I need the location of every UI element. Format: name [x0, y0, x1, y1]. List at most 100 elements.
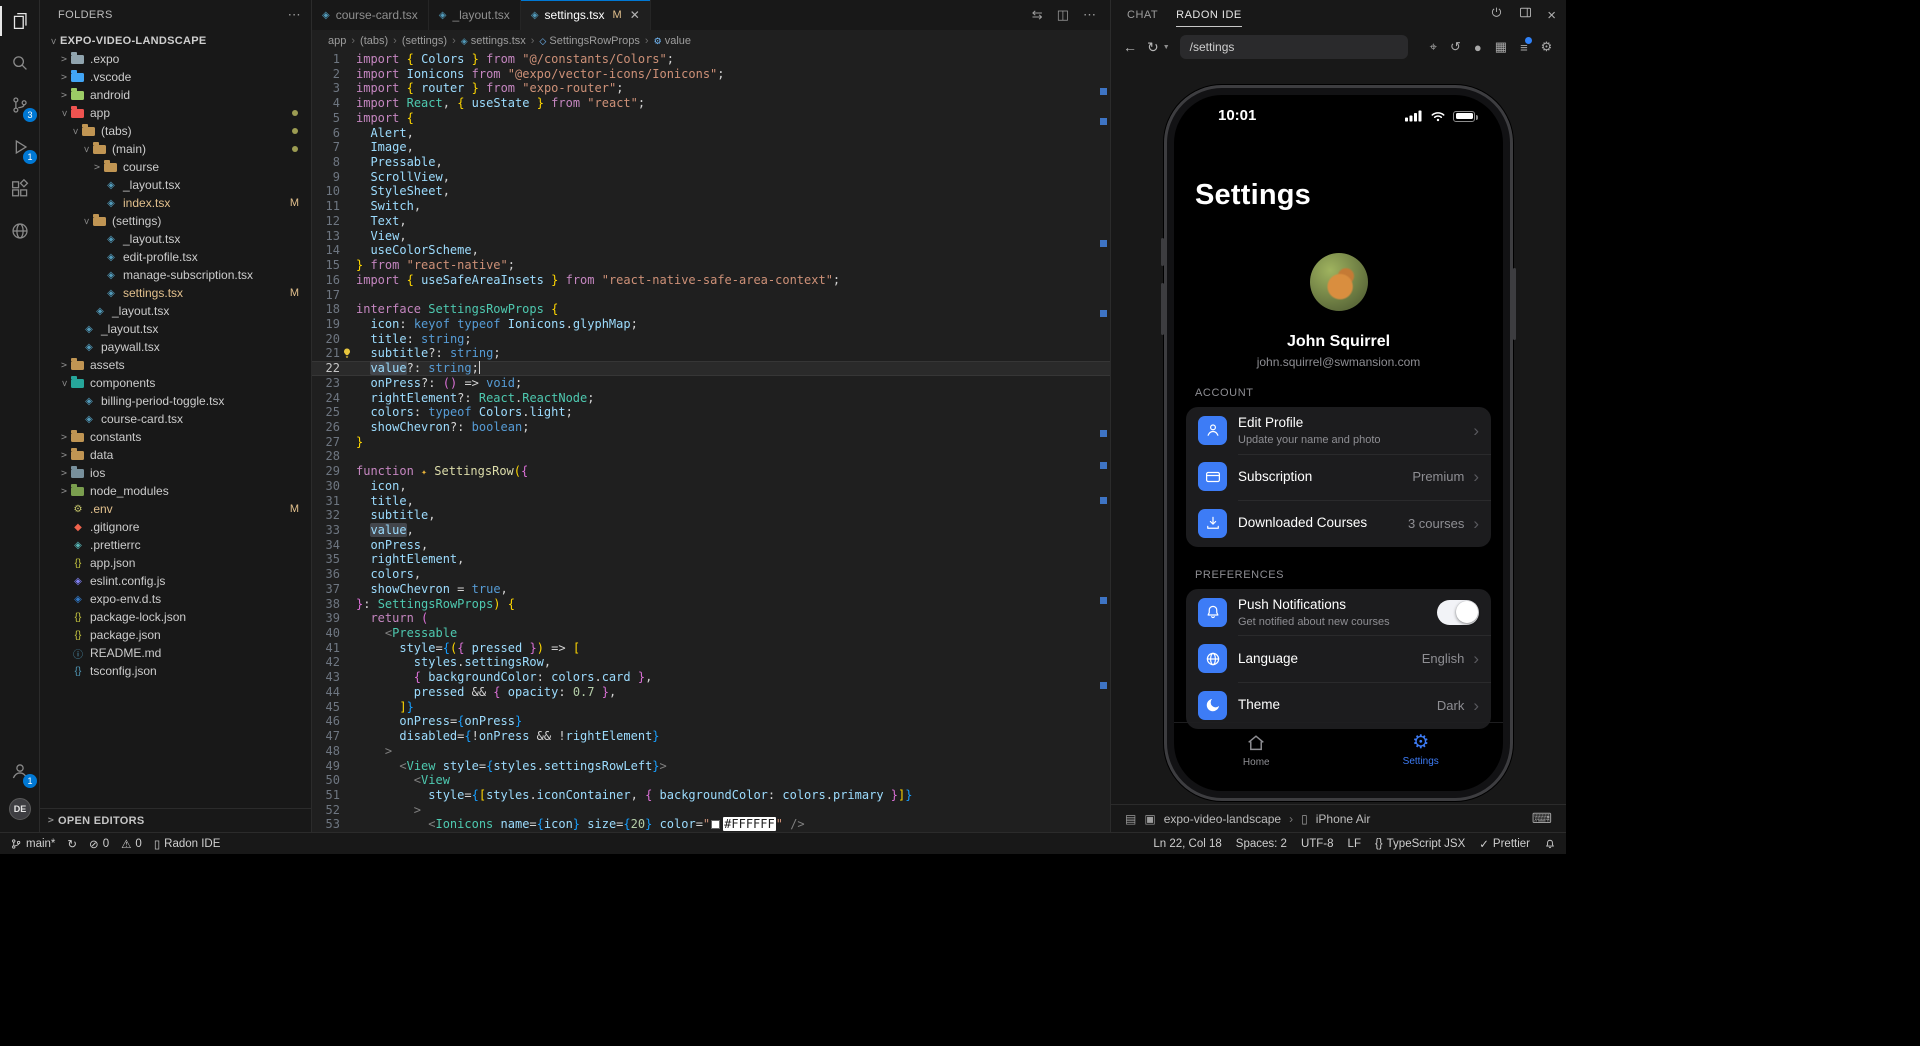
close-icon[interactable]: ×	[1547, 7, 1556, 24]
code-line[interactable]: 42 styles.settingsRow,	[312, 655, 1110, 670]
url-bar[interactable]: /settings	[1180, 35, 1408, 59]
extensions-icon[interactable]	[0, 168, 40, 210]
tree-item[interactable]: >EXPO-VIDEO-LANDSCAPE	[40, 32, 311, 50]
search-icon[interactable]	[0, 42, 40, 84]
editor-tab[interactable]: ◈course-card.tsx	[312, 0, 429, 30]
source-control-icon[interactable]: 3	[0, 84, 40, 126]
code-line[interactable]: 37 showChevron = true,	[312, 582, 1110, 597]
split-editor-icon[interactable]: ◫	[1057, 7, 1069, 23]
keyboard-icon[interactable]: ⌨	[1532, 810, 1552, 827]
status-item[interactable]: Ln 22, Col 18	[1153, 838, 1221, 850]
tree-item[interactable]: ◈_layout.tsx	[40, 302, 311, 320]
editor-tab[interactable]: ◈settings.tsxM✕	[521, 0, 651, 30]
code-line[interactable]: 11 Switch,	[312, 199, 1110, 214]
phone-screen[interactable]: 10:01 Settings John Squirrel john.squirr…	[1174, 95, 1503, 791]
tree-item[interactable]: {}package-lock.json	[40, 608, 311, 626]
code-line[interactable]: 52 >	[312, 803, 1110, 818]
code-line[interactable]: 29function ✦ SettingsRow({	[312, 464, 1110, 479]
code-line[interactable]: 21 subtitle?: string;	[312, 346, 1110, 361]
tree-item[interactable]: >node_modules	[40, 482, 311, 500]
avatar[interactable]	[1310, 253, 1368, 311]
code-line[interactable]: 44 pressed && { opacity: 0.7 },	[312, 685, 1110, 700]
tree-item[interactable]: ◈_layout.tsx	[40, 176, 311, 194]
code-line[interactable]: 24 rightElement?: React.ReactNode;	[312, 391, 1110, 406]
code-line[interactable]: 14 useColorScheme,	[312, 243, 1110, 258]
code-line[interactable]: 5import {	[312, 111, 1110, 126]
code-line[interactable]: 45 ]}	[312, 700, 1110, 715]
panel-layout-icon[interactable]	[1518, 5, 1533, 25]
tree-item[interactable]: ⚙.envM	[40, 500, 311, 518]
code-line[interactable]: 32 subtitle,	[312, 508, 1110, 523]
explorer-icon[interactable]	[0, 0, 40, 42]
code-line[interactable]: 20 title: string;	[312, 332, 1110, 347]
breadcrumb-item[interactable]: ⚙ value	[654, 35, 691, 47]
code-line[interactable]: 33 value,	[312, 523, 1110, 538]
code-line[interactable]: 34 onPress,	[312, 538, 1110, 553]
code-line[interactable]: 43 { backgroundColor: colors.card },	[312, 670, 1110, 685]
inspect-icon[interactable]: ⌖	[1430, 39, 1437, 55]
code-line[interactable]: 26 showChevron?: boolean;	[312, 420, 1110, 435]
settings-row[interactable]: Edit ProfileUpdate your name and photo›	[1186, 407, 1491, 454]
code-line[interactable]: 40 <Pressable	[312, 626, 1110, 641]
status-item[interactable]: LF	[1348, 838, 1361, 850]
more-actions-icon[interactable]: ⋯	[288, 7, 301, 23]
code-line[interactable]: 3import { router } from "expo-router";	[312, 81, 1110, 96]
tree-item[interactable]: ◈index.tsxM	[40, 194, 311, 212]
status-item[interactable]: {}TypeScript JSX	[1375, 838, 1465, 850]
code-line[interactable]: 17	[312, 288, 1110, 303]
project-selector[interactable]: expo-video-landscape	[1164, 812, 1281, 826]
code-line[interactable]: 23 onPress?: () => void;	[312, 376, 1110, 391]
tree-item[interactable]: >(settings)	[40, 212, 311, 230]
tree-item[interactable]: ◈edit-profile.tsx	[40, 248, 311, 266]
settings-icon[interactable]: ⚙	[1541, 39, 1553, 55]
code-line[interactable]: 19 icon: keyof typeof Ionicons.glyphMap;	[312, 317, 1110, 332]
screenshot-icon[interactable]: ▦	[1495, 39, 1507, 55]
tree-item[interactable]: ◈course-card.tsx	[40, 410, 311, 428]
breadcrumb-item[interactable]: ◇ SettingsRowProps	[539, 35, 639, 47]
code-line[interactable]: 12 Text,	[312, 214, 1110, 229]
breadcrumb-item[interactable]: app	[328, 35, 346, 47]
breadcrumb-item[interactable]: (settings)	[402, 35, 447, 47]
status-item[interactable]: ↻	[67, 837, 77, 851]
code-line[interactable]: 53 <Ionicons name={icon} size={20} color…	[312, 817, 1110, 832]
open-editors-section[interactable]: > OPEN EDITORS	[40, 808, 311, 832]
settings-row[interactable]: Push NotificationsGet notified about new…	[1186, 589, 1491, 636]
code-line[interactable]: 25 colors: typeof Colors.light;	[312, 405, 1110, 420]
code-line[interactable]: 18interface SettingsRowProps {	[312, 302, 1110, 317]
tree-item[interactable]: ◈billing-period-toggle.tsx	[40, 392, 311, 410]
tree-item[interactable]: {}package.json	[40, 626, 311, 644]
tree-item[interactable]: ◈_layout.tsx	[40, 320, 311, 338]
close-icon[interactable]: ✕	[630, 8, 640, 22]
code-line[interactable]: 28	[312, 449, 1110, 464]
code-line[interactable]: 46 onPress={onPress}	[312, 714, 1110, 729]
panel-tab-radon-ide[interactable]: RADON IDE	[1176, 0, 1242, 30]
tree-item[interactable]: {}tsconfig.json	[40, 662, 311, 680]
tree-item[interactable]: ◈paywall.tsx	[40, 338, 311, 356]
code-line[interactable]: 36 colors,	[312, 567, 1110, 582]
status-item[interactable]: Spaces: 2	[1236, 838, 1287, 850]
settings-row[interactable]: LanguageEnglish›	[1186, 635, 1491, 682]
status-item[interactable]: ⊘0	[89, 837, 109, 851]
toggle-switch[interactable]	[1437, 600, 1479, 625]
code-line[interactable]: 4import React, { useState } from "react"…	[312, 96, 1110, 111]
lightbulb-icon[interactable]	[341, 347, 353, 359]
code-line[interactable]: 2import Ionicons from "@expo/vector-icon…	[312, 67, 1110, 82]
code-line[interactable]: 9 ScrollView,	[312, 170, 1110, 185]
code-editor[interactable]: 1import { Colors } from "@/constants/Col…	[312, 52, 1110, 832]
code-line[interactable]: 1import { Colors } from "@/constants/Col…	[312, 52, 1110, 67]
tree-item[interactable]: ◈_layout.tsx	[40, 230, 311, 248]
tree-item[interactable]: >data	[40, 446, 311, 464]
tree-item[interactable]: ◆.gitignore	[40, 518, 311, 536]
code-line[interactable]: 47 disabled={!onPress && !rightElement}	[312, 729, 1110, 744]
settings-row[interactable]: SubscriptionPremium›	[1186, 454, 1491, 501]
tree-item[interactable]: ⓘREADME.md	[40, 644, 311, 662]
tree-item[interactable]: >.vscode	[40, 68, 311, 86]
tree-item[interactable]: >components	[40, 374, 311, 392]
code-line[interactable]: 6 Alert,	[312, 126, 1110, 141]
record-icon[interactable]: ●	[1474, 40, 1482, 55]
device-selector[interactable]: iPhone Air	[1316, 812, 1371, 826]
breadcrumb-item[interactable]: ◈ settings.tsx	[461, 35, 526, 47]
status-item[interactable]: main*	[10, 838, 55, 850]
tree-item[interactable]: >assets	[40, 356, 311, 374]
code-line[interactable]: 16import { useSafeAreaInsets } from "rea…	[312, 273, 1110, 288]
